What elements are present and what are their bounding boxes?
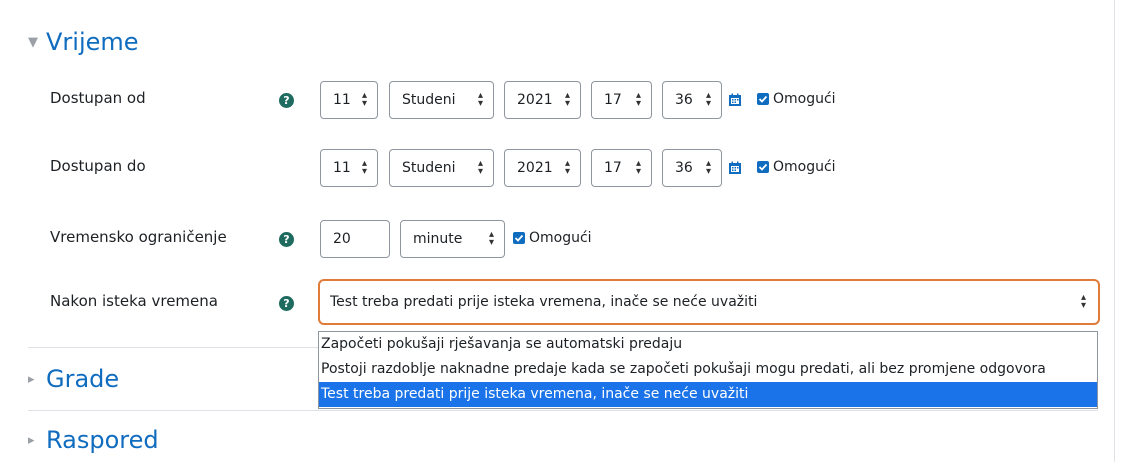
calendar-icon[interactable] xyxy=(728,93,742,107)
updown-icon: ▴ ▾ xyxy=(361,158,367,177)
minute-select[interactable]: 36 ▴ ▾ xyxy=(662,81,722,119)
field-label-dostupan-od: Dostupan od xyxy=(50,89,146,107)
updown-icon: ▴ ▾ xyxy=(477,158,483,177)
caret-down-icon: ▼ xyxy=(28,34,38,50)
calendar-icon[interactable] xyxy=(728,161,742,175)
time-unit-select[interactable]: minute ▴ ▾ xyxy=(400,220,505,258)
help-icon[interactable]: ? xyxy=(279,232,294,247)
page-right-border xyxy=(1114,0,1115,462)
updown-icon: ▴ ▾ xyxy=(705,158,711,177)
month-select[interactable]: Studeni ▴ ▾ xyxy=(389,81,494,119)
section-header-raspored[interactable]: ▸ Raspored xyxy=(28,426,159,454)
section-title: Grade xyxy=(46,365,120,393)
section-divider xyxy=(28,410,1098,411)
updown-icon: ▴ ▾ xyxy=(564,158,570,177)
help-icon[interactable]: ? xyxy=(279,93,294,108)
section-header-grade[interactable]: ▸ Grade xyxy=(28,365,119,393)
updown-icon: ▴ ▾ xyxy=(564,90,570,109)
caret-right-icon: ▸ xyxy=(28,371,35,387)
day-select[interactable]: 11 ▴ ▾ xyxy=(320,149,378,187)
dropdown-option-selected[interactable]: Test treba predati prije isteka vremena,… xyxy=(319,382,1097,407)
dropdown-list: Započeti pokušaji rješavanja se automats… xyxy=(318,331,1098,409)
hour-select[interactable]: 17 ▴ ▾ xyxy=(591,81,652,119)
field-label-vremensko-ogranicenje: Vremensko ograničenje xyxy=(50,228,227,246)
year-select[interactable]: 2021 ▴ ▾ xyxy=(504,81,581,119)
overdue-handling-select[interactable]: Test treba predati prije isteka vremena,… xyxy=(318,279,1100,325)
minute-select[interactable]: 36 ▴ ▾ xyxy=(662,149,722,187)
caret-right-icon: ▸ xyxy=(28,432,35,448)
updown-icon: ▴ ▾ xyxy=(488,229,494,248)
time-limit-input[interactable]: 20 xyxy=(320,220,390,258)
month-select[interactable]: Studeni ▴ ▾ xyxy=(389,149,494,187)
enable-checkbox[interactable]: Omogući xyxy=(757,91,836,107)
section-title: Vrijeme xyxy=(46,28,139,56)
help-icon[interactable]: ? xyxy=(279,296,294,311)
dropdown-option[interactable]: Započeti pokušaji rješavanja se automats… xyxy=(319,332,1097,357)
day-select[interactable]: 11 ▴ ▾ xyxy=(320,81,378,119)
updown-icon: ▴ ▾ xyxy=(477,90,483,109)
updown-icon: ▴ ▾ xyxy=(705,90,711,109)
updown-icon: ▴ ▾ xyxy=(635,158,641,177)
hour-select[interactable]: 17 ▴ ▾ xyxy=(591,149,652,187)
checkbox-checked-icon xyxy=(757,93,769,105)
field-label-dostupan-do: Dostupan do xyxy=(50,157,146,175)
updown-icon: ▴ ▾ xyxy=(361,90,367,109)
field-label-nakon-isteka: Nakon isteka vremena xyxy=(50,292,218,310)
updown-icon: ▴ ▾ xyxy=(635,90,641,109)
checkbox-checked-icon xyxy=(513,232,525,244)
enable-checkbox[interactable]: Omogući xyxy=(757,159,836,175)
enable-checkbox[interactable]: Omogući xyxy=(513,230,592,246)
year-select[interactable]: 2021 ▴ ▾ xyxy=(504,149,581,187)
section-title: Raspored xyxy=(46,426,159,454)
dropdown-option[interactable]: Postoji razdoblje naknadne predaje kada … xyxy=(319,357,1097,382)
updown-icon: ▴ ▾ xyxy=(1080,292,1086,311)
checkbox-checked-icon xyxy=(757,161,769,173)
section-header-vrijeme[interactable]: ▼ Vrijeme xyxy=(28,28,139,56)
